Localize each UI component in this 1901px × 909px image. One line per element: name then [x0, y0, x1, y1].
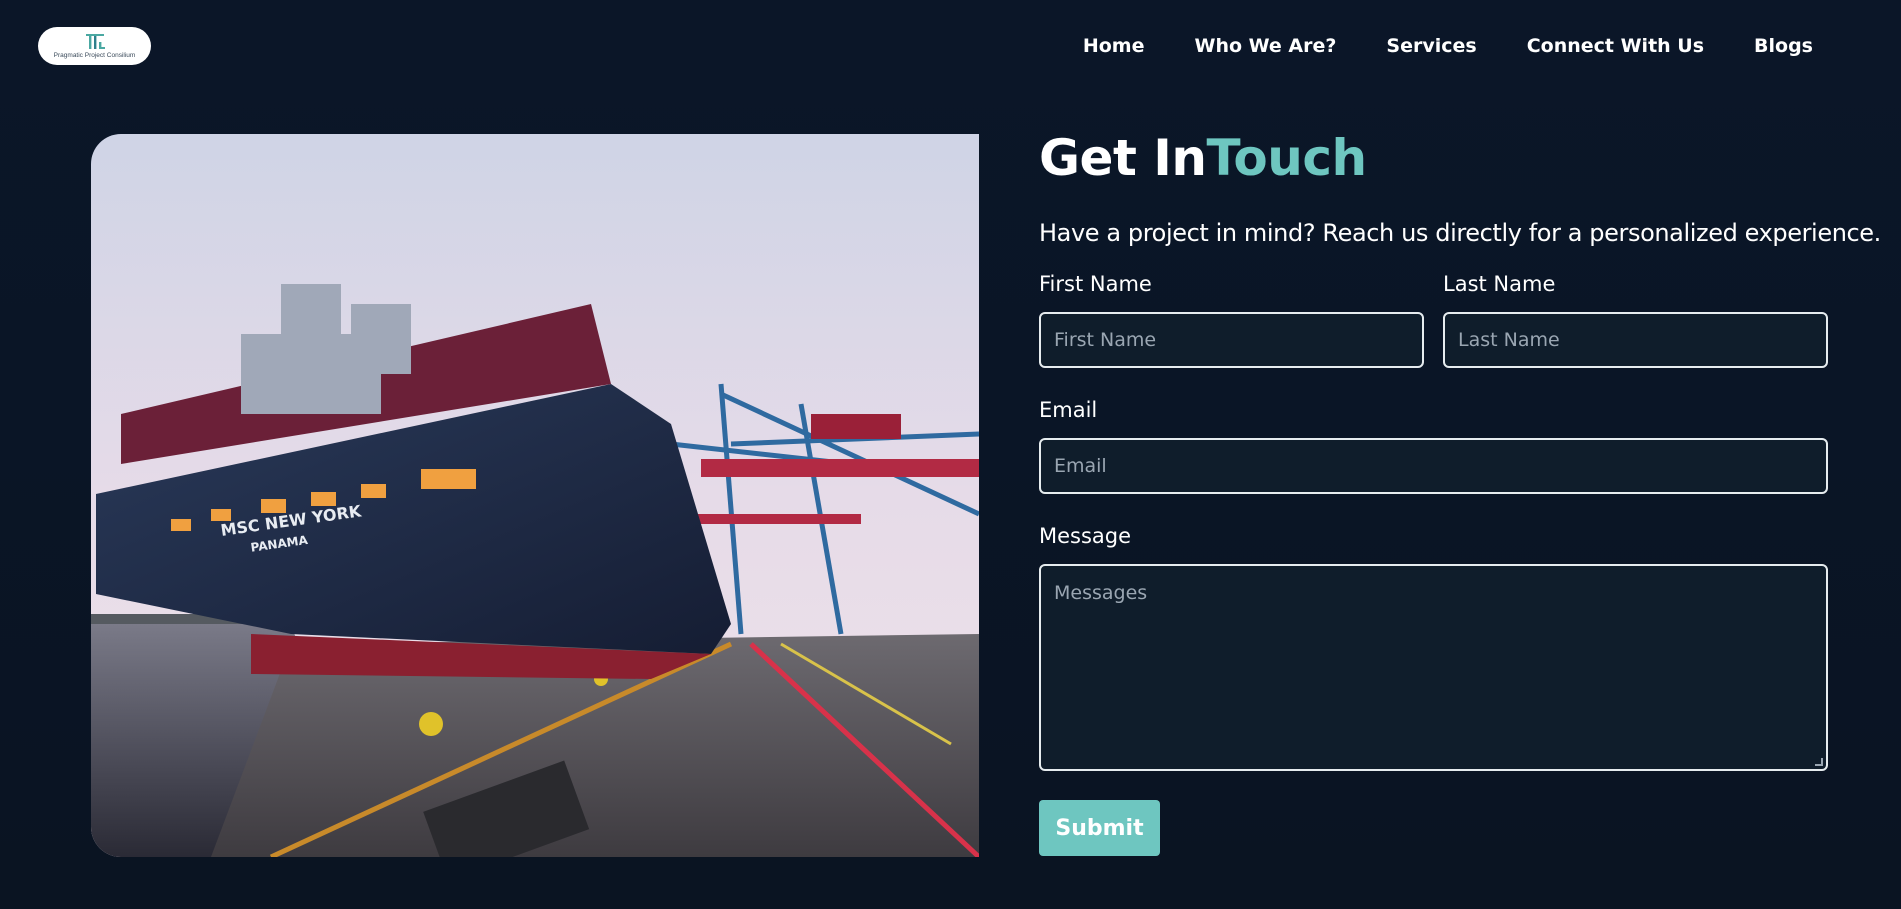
submit-button[interactable]: Submit: [1039, 800, 1160, 856]
email-label: Email: [1039, 398, 1098, 422]
nav-who-we-are[interactable]: Who We Are?: [1194, 33, 1336, 59]
last-name-label: Last Name: [1443, 272, 1556, 296]
logo[interactable]: Pragmatic Project Consilium: [38, 27, 151, 65]
message-label: Message: [1039, 524, 1132, 548]
site-header: Pragmatic Project Consilium Home Who We …: [0, 0, 1901, 92]
logo-text: Pragmatic Project Consilium: [53, 51, 136, 59]
last-name-input[interactable]: [1443, 312, 1828, 368]
nav-services[interactable]: Services: [1386, 33, 1476, 59]
main-nav: Home Who We Are? Services Connect With U…: [1033, 33, 1813, 59]
logo-pillars-icon: [85, 33, 105, 49]
title-accent: Touch: [1206, 129, 1367, 187]
nav-blogs[interactable]: Blogs: [1754, 33, 1813, 59]
cargo-ship-photo: MSC NEW YORK PANAMA: [91, 134, 979, 857]
first-name-label: First Name: [1039, 272, 1152, 296]
message-textarea[interactable]: [1039, 564, 1828, 771]
nav-connect-with-us[interactable]: Connect With Us: [1527, 33, 1704, 59]
contact-subtitle: Have a project in mind? Reach us directl…: [1039, 219, 1881, 247]
first-name-input[interactable]: [1039, 312, 1424, 368]
title-main: Get In: [1039, 129, 1207, 187]
resize-grip-icon[interactable]: [1815, 758, 1823, 766]
page-title: Get InTouch: [1039, 126, 1367, 190]
hero-image: MSC NEW YORK PANAMA: [91, 134, 979, 857]
nav-home[interactable]: Home: [1083, 33, 1145, 59]
email-input[interactable]: [1039, 438, 1828, 494]
